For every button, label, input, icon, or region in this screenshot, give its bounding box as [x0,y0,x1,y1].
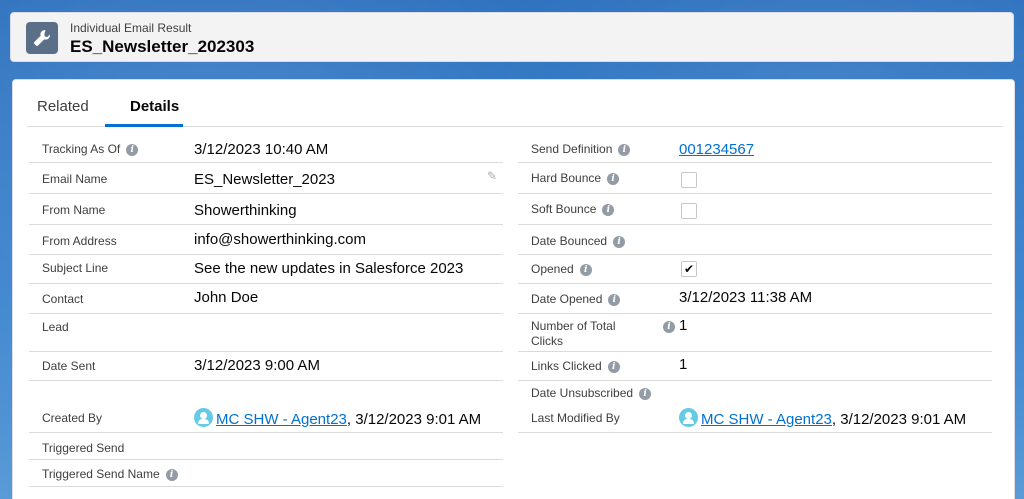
record-title: ES_Newsletter_202303 [70,37,255,56]
info-icon[interactable]: i [618,143,631,156]
field-label: Send Definition [531,142,613,156]
field-date-bounced: Date Bounced i [518,225,992,255]
field-label: Date Sent [42,359,96,373]
tab-related[interactable]: Related [37,98,89,115]
field-label: Created By [42,411,103,425]
field-contact: Contact John Doe [29,284,503,314]
field-label: Opened [531,262,574,276]
field-value: See the new updates in Salesforce 2023 [194,260,464,277]
info-icon[interactable]: i [608,293,621,306]
field-label: Contact [42,292,84,306]
field-date-opened: Date Opened i 3/12/2023 11:38 AM [518,284,992,314]
field-label: Links Clicked [531,359,602,373]
field-label: Lead [42,320,69,334]
pencil-icon[interactable]: ✎ [487,169,497,183]
field-label: Email Name [42,172,108,186]
field-number-of-total-clicks: Number of Total Clicks i 1 [518,314,992,352]
last-modified-by-date: , 3/12/2023 9:01 AM [831,411,967,428]
field-label: Subject Line [42,261,109,275]
info-icon[interactable]: i [607,172,620,185]
info-icon[interactable]: i [602,203,615,216]
wrench-icon [26,22,58,54]
field-soft-bounce: Soft Bounce i [518,194,992,225]
avatar-icon [194,408,213,427]
field-value[interactable]: John Doe [194,289,258,306]
info-icon[interactable]: i [579,263,592,276]
send-definition-link[interactable]: 001234567 [679,141,754,158]
field-hard-bounce: Hard Bounce i [518,163,992,194]
field-value: Showerthinking [194,202,297,219]
tab-details[interactable]: Details [130,98,179,115]
field-label: Tracking As Of [42,142,121,156]
created-by-date: , 3/12/2023 9:01 AM [346,411,482,428]
field-label-line2: Clicks [531,334,563,348]
object-type-label: Individual Email Result [70,21,192,35]
field-label: Triggered Send Name [42,467,160,481]
field-label: Date Opened [531,292,603,306]
opened-checkbox: ✔ [681,261,697,277]
record-header: Individual Email Result ES_Newsletter_20… [10,12,1014,62]
hard-bounce-checkbox [681,172,697,188]
info-icon[interactable]: i [165,468,178,481]
field-label: From Name [42,203,106,217]
field-label: From Address [42,234,117,248]
info-icon[interactable]: i [613,235,626,248]
field-value: 3/12/2023 11:38 AM [679,289,813,306]
field-label-line1: Number of Total [531,319,616,333]
info-icon[interactable]: i [639,387,652,400]
field-value: 3/12/2023 9:00 AM [194,357,320,374]
field-label: Date Unsubscribed [531,386,634,400]
field-tracking-as-of: Tracking As Of i 3/12/2023 10:40 AM [29,133,503,163]
field-triggered-send-name: Triggered Send Name i [29,460,503,487]
last-modified-by-user-link[interactable]: MC SHW - Agent23 [701,411,832,428]
avatar-icon [679,408,698,427]
field-label: Triggered Send [42,441,125,455]
field-created-by: Created By MC SHW - Agent23, 3/12/2023 9… [29,381,503,433]
field-label: Hard Bounce [531,171,602,185]
field-email-name: Email Name ES_Newsletter_2023 ✎ [29,163,503,194]
created-by-user-link[interactable]: MC SHW - Agent23 [216,411,347,428]
info-icon[interactable]: i [663,321,675,333]
field-send-definition: Send Definition i 001234567 [518,133,992,163]
field-value: 1 [679,356,688,373]
field-from-address: From Address info@showerthinking.com [29,225,503,255]
soft-bounce-checkbox [681,203,697,219]
details-card: Related Details Tracking As Of i 3/12/202… [12,79,1015,499]
info-icon[interactable]: i [607,360,620,373]
field-label: Date Bounced [531,234,608,248]
field-date-unsubscribed: Date Unsubscribed i [518,381,992,405]
field-links-clicked: Links Clicked i 1 [518,352,992,381]
field-value: info@showerthinking.com [194,231,366,248]
field-date-sent: Date Sent 3/12/2023 9:00 AM [29,352,503,381]
field-opened: Opened i ✔ [518,255,992,284]
field-value: 3/12/2023 10:40 AM [194,141,329,158]
active-tab-indicator [105,124,183,127]
tab-bar: Related Details [27,80,1003,127]
field-value: 1 [679,317,688,334]
field-from-name: From Name Showerthinking [29,194,503,225]
field-last-modified-by: Last Modified By MC SHW - Agent23, 3/12/… [518,405,992,433]
field-label: Soft Bounce [531,202,597,216]
field-subject-line: Subject Line See the new updates in Sale… [29,255,503,284]
field-label: Last Modified By [531,411,620,425]
field-lead: Lead [29,314,503,352]
field-triggered-send: Triggered Send [29,433,503,460]
field-value: ES_Newsletter_2023 [194,171,335,188]
info-icon[interactable]: i [126,143,139,156]
